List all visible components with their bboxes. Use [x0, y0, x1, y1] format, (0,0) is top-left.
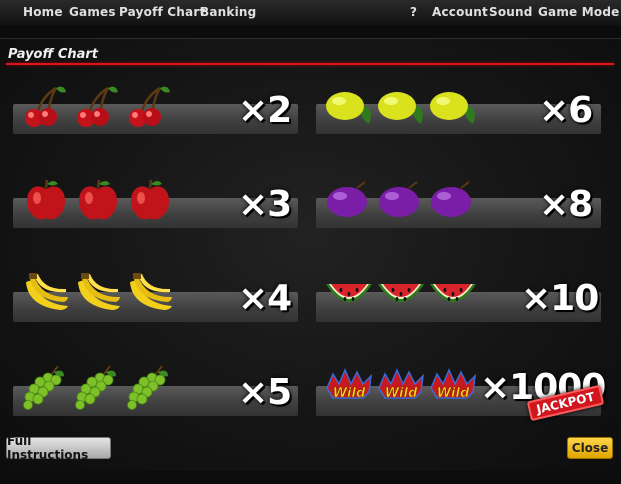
banana-icon	[78, 273, 120, 310]
nav-sound[interactable]: Sound	[489, 5, 533, 19]
cherry-icon	[77, 86, 118, 127]
multiplier-watermelon: ×10	[521, 278, 599, 319]
nav-payoff-chart[interactable]: Payoff Chart	[119, 5, 205, 19]
apple-icon	[27, 179, 65, 220]
wild-symbol-icon: Wild	[378, 368, 425, 401]
nav-game-mode[interactable]: Game Mode	[538, 5, 619, 19]
lemon-icon	[430, 92, 475, 124]
watermelon-icon	[430, 284, 476, 302]
multiplier-apple: ×3	[238, 184, 292, 225]
nav-banking[interactable]: Banking	[200, 5, 256, 19]
watermelon-icon	[378, 284, 424, 302]
wild-symbol-icon: Wild	[326, 368, 373, 401]
nav-account[interactable]: Account	[432, 5, 488, 19]
nav-games[interactable]: Games	[69, 5, 116, 19]
apple-icon	[131, 179, 169, 220]
grapes-icon	[23, 365, 64, 410]
banana-icon	[26, 273, 68, 310]
plum-icon	[327, 181, 367, 217]
wild-symbol-icon: Wild	[430, 368, 477, 401]
banana-icon	[130, 273, 172, 310]
panel-title: Payoff Chart	[8, 47, 99, 62]
nav-help[interactable]: ?	[410, 5, 417, 19]
nav-home[interactable]: Home	[23, 5, 63, 19]
apple-icon	[79, 179, 117, 220]
lemon-icon	[378, 92, 423, 124]
cherry-icon	[129, 86, 170, 127]
multiplier-plum: ×8	[539, 184, 593, 225]
top-nav-bar: Home Games Payoff Chart Banking ? Accoun…	[0, 0, 621, 26]
cherry-icon	[25, 86, 66, 127]
grapes-icon	[75, 365, 116, 410]
plum-icon	[431, 181, 471, 217]
svg-text:Wild: Wild	[437, 386, 470, 401]
grapes-icon	[127, 365, 168, 410]
multiplier-lemon: ×6	[539, 90, 593, 131]
svg-text:Wild: Wild	[385, 386, 418, 401]
multiplier-banana: ×4	[238, 278, 292, 319]
plum-icon	[379, 181, 419, 217]
multiplier-cherry: ×2	[238, 90, 292, 131]
svg-text:Wild: Wild	[333, 386, 366, 401]
close-button[interactable]: Close	[567, 437, 613, 459]
full-instructions-button[interactable]: Full Instructions	[6, 434, 111, 462]
lemon-icon	[326, 92, 371, 124]
multiplier-grapes: ×5	[238, 372, 292, 413]
title-divider	[6, 63, 614, 65]
watermelon-icon	[326, 284, 372, 302]
